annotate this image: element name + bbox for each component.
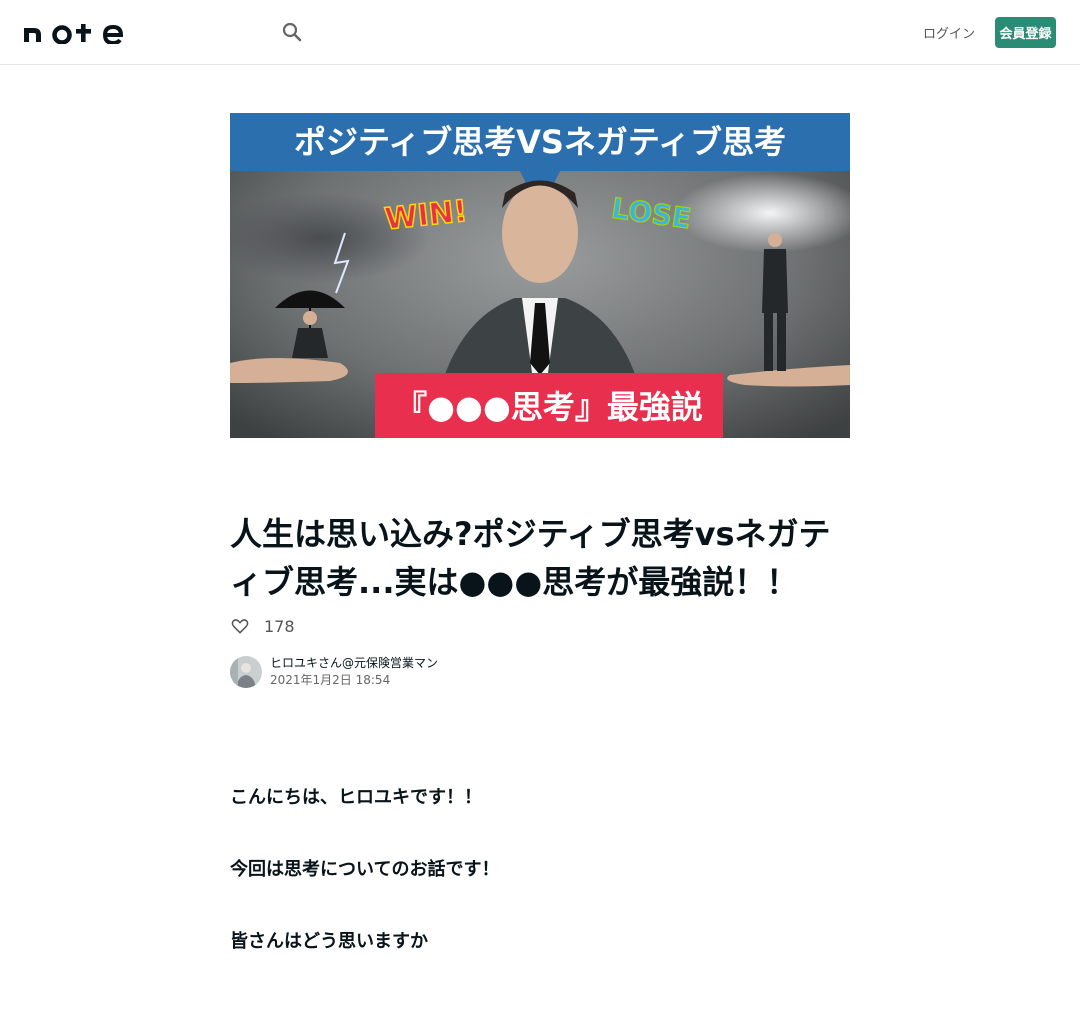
author-info: ヒロユキさん@元保険営業マン 2021年1月2日 18:54: [230, 656, 438, 688]
banner-title: ポジティブ思考VSネガティブ思考: [294, 123, 786, 161]
article-title: 人生は思い込み?ポジティブ思考vsネガティブ思考...実は●●●思考が最強説！！: [230, 515, 831, 601]
author-name[interactable]: ヒロユキさん@元保険営業マン: [270, 655, 438, 672]
site-header: ログイン 会員登録: [0, 0, 1080, 65]
search-icon: [282, 22, 302, 42]
hero-image: ポジティブ思考VSネガティブ思考 WIN! LOSE 『●●●思考』最強説: [230, 113, 850, 438]
like-button[interactable]: 178: [230, 614, 295, 638]
search-button[interactable]: [278, 18, 306, 46]
body-paragraph: こんにちは、ヒロユキです！！: [230, 787, 482, 808]
body-paragraph: 今回は思考についてのお話です！: [230, 859, 500, 880]
author-avatar[interactable]: [230, 656, 262, 688]
signup-button[interactable]: 会員登録: [995, 17, 1056, 48]
like-count: 178: [264, 616, 295, 636]
note-logo[interactable]: [24, 20, 124, 46]
login-link[interactable]: ログイン: [922, 20, 976, 44]
heart-icon: [231, 619, 249, 634]
body-paragraph: 皆さんはどう思いますか: [230, 931, 428, 952]
banner-footer-text: 『●●●思考』最強説: [395, 388, 703, 426]
author-meta: ヒロユキさん@元保険営業マン 2021年1月2日 18:54: [270, 655, 438, 689]
post-date: 2021年1月2日 18:54: [270, 673, 391, 687]
